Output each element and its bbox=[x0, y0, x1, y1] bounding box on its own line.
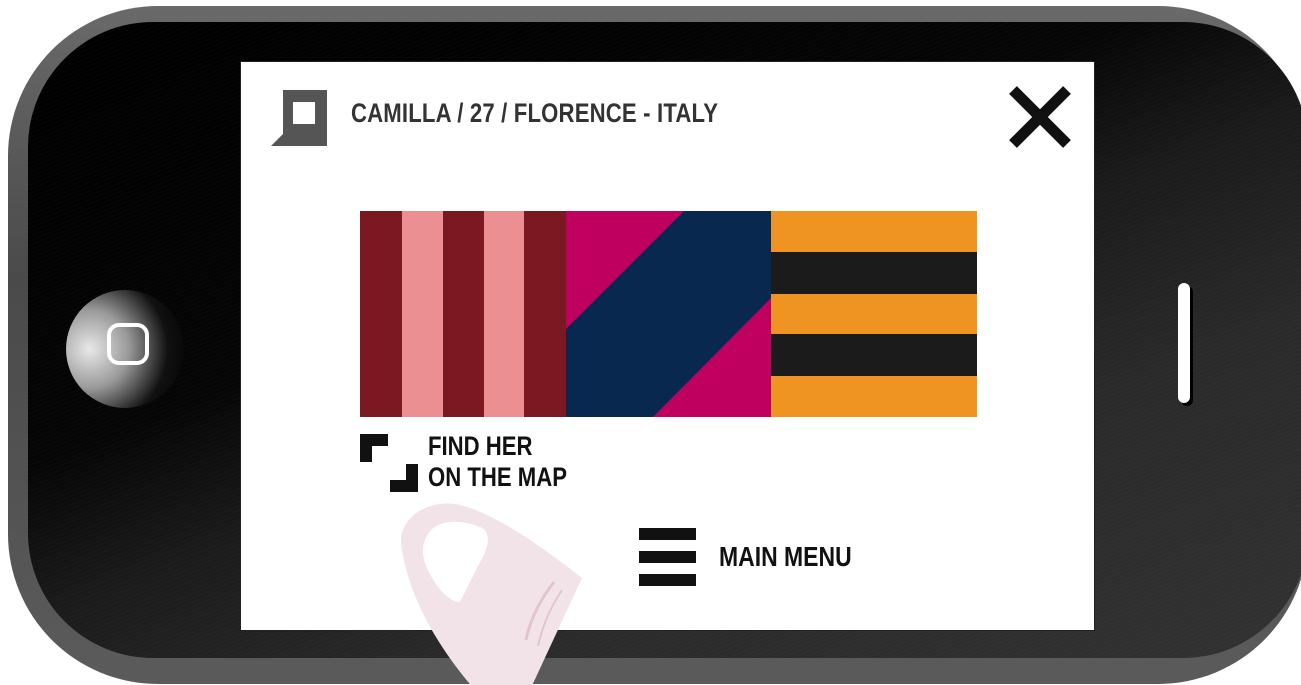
find-on-map-label: FIND HER ON THE MAP bbox=[428, 431, 567, 493]
flag-band bbox=[771, 211, 977, 252]
flag-stripe bbox=[484, 211, 524, 417]
phone-mockup: CAMILLA / 27 / FLORENCE - ITALY FIND HER… bbox=[0, 0, 1301, 685]
page-title: CAMILLA / 27 / FLORENCE - ITALY bbox=[351, 98, 719, 128]
speech-bubble-square-icon bbox=[271, 90, 327, 146]
home-button[interactable] bbox=[66, 290, 184, 408]
hamburger-menu-icon bbox=[639, 528, 696, 586]
flag-image bbox=[360, 211, 977, 417]
find-on-map-line1: FIND HER bbox=[428, 431, 533, 461]
app-screen: CAMILLA / 27 / FLORENCE - ITALY FIND HER… bbox=[240, 61, 1095, 631]
main-menu-button[interactable]: MAIN MENU bbox=[639, 528, 869, 588]
flag-band bbox=[771, 334, 977, 376]
close-x-icon bbox=[1009, 86, 1071, 148]
find-on-map-link[interactable]: FIND HER ON THE MAP bbox=[360, 431, 590, 495]
flag-stripe bbox=[402, 211, 443, 417]
flag-stripe bbox=[360, 211, 402, 417]
flag-band bbox=[771, 252, 977, 294]
header: CAMILLA / 27 / FLORENCE - ITALY bbox=[241, 62, 1094, 172]
flag-band bbox=[771, 376, 977, 417]
speaker-slot bbox=[1178, 283, 1190, 403]
find-on-map-line2: ON THE MAP bbox=[428, 462, 568, 492]
flag-stripe bbox=[524, 211, 566, 417]
home-button-icon bbox=[107, 323, 149, 365]
main-menu-label: MAIN MENU bbox=[719, 541, 852, 572]
flag-band bbox=[771, 294, 977, 334]
close-button[interactable] bbox=[1007, 84, 1073, 150]
flag-stripe bbox=[443, 211, 484, 417]
map-corners-icon bbox=[360, 434, 418, 492]
